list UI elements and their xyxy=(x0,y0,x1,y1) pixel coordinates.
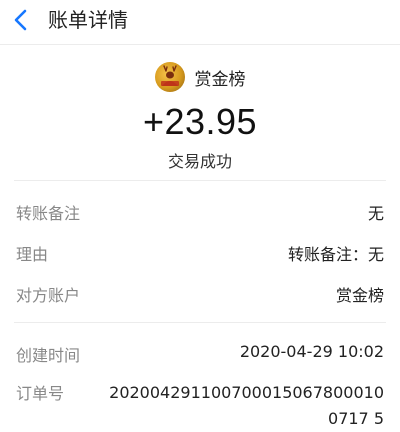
top-bar: 账单详情 xyxy=(0,0,400,45)
detail-label: 订单号 xyxy=(16,384,65,403)
detail-label: 对方账户 xyxy=(16,286,81,305)
order-number-value[interactable]: 2020042911007000150678000100717 5 xyxy=(100,380,384,432)
merchant-avatar xyxy=(154,62,185,92)
back-button[interactable] xyxy=(10,6,32,34)
gold-deer-logo-icon xyxy=(160,65,179,86)
transaction-status: 交易成功 xyxy=(167,152,232,171)
detail-value: 2020-04-29 10:02 xyxy=(239,342,384,361)
detail-value: 转账备注：无 xyxy=(287,245,384,264)
transaction-summary: 赏金榜 +23.95 交易成功 xyxy=(0,58,400,178)
detail-value: 赏金榜 xyxy=(335,286,384,305)
transaction-amount: +23.95 xyxy=(142,101,258,142)
detail-label: 转账备注 xyxy=(16,204,81,223)
divider xyxy=(14,322,386,323)
detail-label: 理由 xyxy=(16,245,49,264)
chevron-left-icon xyxy=(14,9,27,31)
divider xyxy=(14,180,386,181)
detail-value: 无 xyxy=(367,204,384,223)
page-title: 账单详情 xyxy=(48,8,128,32)
detail-label: 创建时间 xyxy=(16,346,81,365)
merchant-name: 赏金榜 xyxy=(194,69,246,90)
merchant-row: 赏金榜 xyxy=(0,62,400,94)
